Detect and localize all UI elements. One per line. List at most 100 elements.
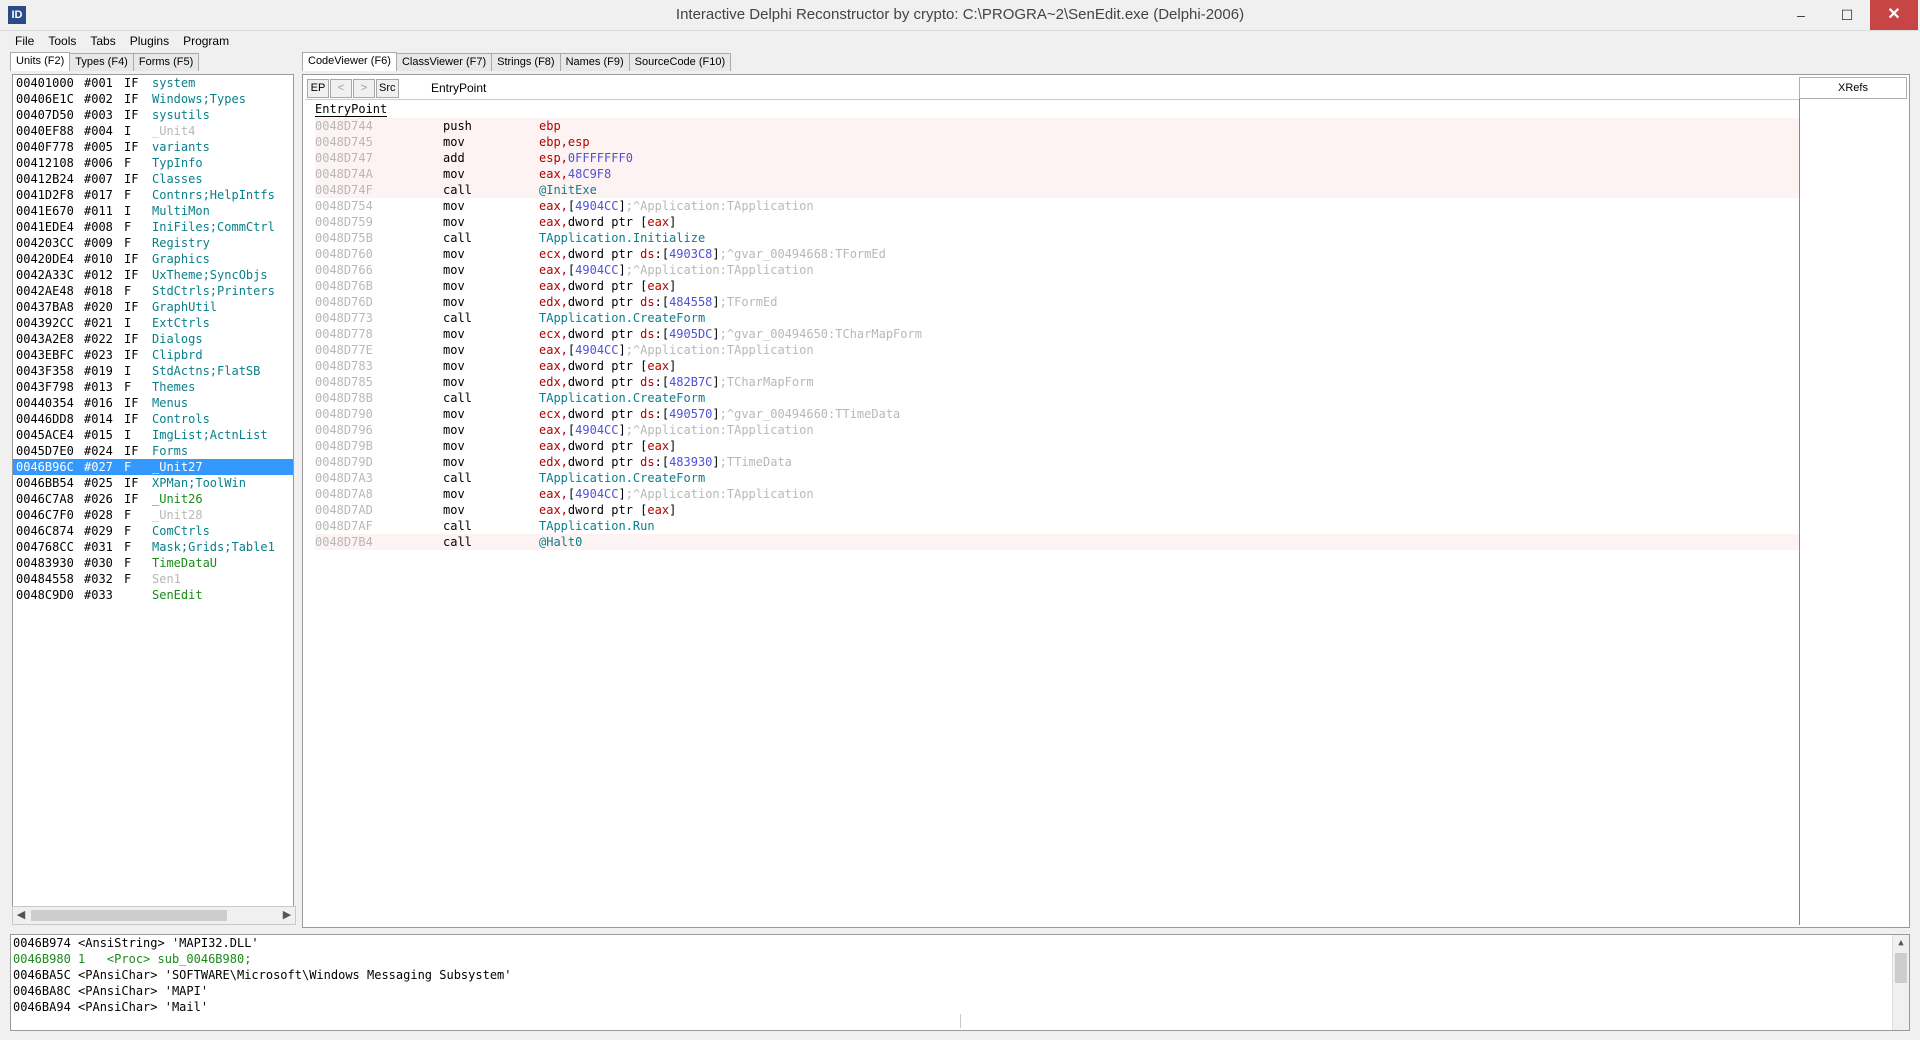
output-row[interactable]: 0046B980 1 <Proc> sub_0046B980;: [11, 951, 1909, 967]
operand-symbol-link[interactable]: TApplication.Run: [539, 519, 655, 533]
scroll-left-icon[interactable]: ◀: [13, 907, 29, 924]
code-line[interactable]: 0048D773 call TApplication.CreateForm: [315, 310, 1799, 326]
code-line[interactable]: 0048D796 mov eax,[4904CC];^Application:TAp…: [315, 422, 1799, 438]
unit-row[interactable]: 00483930 #030 F TimeDataU: [13, 555, 293, 571]
unit-row[interactable]: 004392CC #021 I ExtCtrls: [13, 315, 293, 331]
scroll-right-icon[interactable]: ▶: [279, 907, 295, 924]
output-vertical-scrollbar[interactable]: ▲: [1892, 935, 1909, 1030]
back-button[interactable]: <: [330, 79, 352, 98]
unit-row[interactable]: 00407D50 #003 IF sysutils: [13, 107, 293, 123]
code-line[interactable]: 0048D783 mov eax,dword ptr [eax]: [315, 358, 1799, 374]
output-row[interactable]: 0046B974 <AnsiString> 'MAPI32.DLL': [11, 935, 1909, 951]
unit-row[interactable]: 0046BB54 #025 IF XPMan;ToolWin: [13, 475, 293, 491]
code-line[interactable]: 0048D744 push ebp: [315, 118, 1799, 134]
output-row[interactable]: 0046BA5C <PAnsiChar> 'SOFTWARE\Microsoft…: [11, 967, 1909, 983]
operand-symbol-link[interactable]: TApplication.CreateForm: [539, 471, 705, 485]
operand-symbol-link[interactable]: @InitExe: [539, 183, 597, 197]
code-line[interactable]: 0048D78B call TApplication.CreateForm: [315, 390, 1799, 406]
code-line[interactable]: 0048D785 mov edx,dword ptr ds:[482B7C];TCh…: [315, 374, 1799, 390]
unit-row[interactable]: 0040EF88 #004 I _Unit4: [13, 123, 293, 139]
minimize-button[interactable]: –: [1778, 0, 1824, 30]
code-line[interactable]: 0048D7AD mov eax,dword ptr [eax]: [315, 502, 1799, 518]
unit-row[interactable]: 00440354 #016 IF Menus: [13, 395, 293, 411]
unit-row[interactable]: 00401000 #001 IF system: [13, 75, 293, 91]
unit-row[interactable]: 0048C9D0 #033 SenEdit: [13, 587, 293, 603]
code-line[interactable]: 0048D766 mov eax,[4904CC];^Application:TAp…: [315, 262, 1799, 278]
unit-row[interactable]: 0041D2F8 #017 F Contnrs;HelpIntfs: [13, 187, 293, 203]
unit-row[interactable]: 0040F778 #005 IF variants: [13, 139, 293, 155]
unit-row[interactable]: 0043F798 #013 F Themes: [13, 379, 293, 395]
menu-file[interactable]: File: [8, 31, 41, 51]
unit-row[interactable]: 0041EDE4 #008 F IniFiles;CommCtrl: [13, 219, 293, 235]
entry-point-button[interactable]: EP: [307, 79, 329, 98]
close-button[interactable]: ✕: [1870, 0, 1918, 30]
tab-sourcecode[interactable]: SourceCode (F10): [628, 53, 732, 71]
unit-row[interactable]: 0043A2E8 #022 IF Dialogs: [13, 331, 293, 347]
code-line[interactable]: 0048D745 mov ebp,esp: [315, 134, 1799, 150]
tab-types[interactable]: Types (F4): [69, 53, 134, 71]
code-line[interactable]: 0048D77E mov eax,[4904CC];^Application:TAp…: [315, 342, 1799, 358]
code-line[interactable]: 0048D747 add esp,0FFFFFFF0: [315, 150, 1799, 166]
menu-tools[interactable]: Tools: [41, 31, 83, 51]
code-line[interactable]: 0048D7A8 mov eax,[4904CC];^Application:TAp…: [315, 486, 1799, 502]
code-listing[interactable]: EntryPoint 0048D744 push ebp 0048D745 mov ebp…: [305, 99, 1799, 926]
unit-row[interactable]: 004203CC #009 F Registry: [13, 235, 293, 251]
menu-program[interactable]: Program: [176, 31, 236, 51]
tab-names[interactable]: Names (F9): [559, 53, 630, 71]
units-horizontal-scrollbar[interactable]: ◀ ▶: [12, 906, 296, 925]
xrefs-list[interactable]: [1799, 99, 1906, 925]
unit-row[interactable]: 00412108 #006 F TypInfo: [13, 155, 293, 171]
source-button[interactable]: Src: [376, 79, 399, 98]
output-row[interactable]: 0046BA94 <PAnsiChar> 'Mail': [11, 999, 1909, 1015]
code-line[interactable]: 0048D76B mov eax,dword ptr [eax]: [315, 278, 1799, 294]
unit-row[interactable]: 00406E1C #002 IF Windows;Types: [13, 91, 293, 107]
operand-symbol-link[interactable]: TApplication.CreateForm: [539, 391, 705, 405]
maximize-button[interactable]: ☐: [1824, 0, 1870, 30]
code-line[interactable]: 0048D74A mov eax,48C9F8: [315, 166, 1799, 182]
tab-classviewer[interactable]: ClassViewer (F7): [395, 53, 493, 71]
tab-units[interactable]: Units (F2): [10, 52, 71, 71]
unit-row[interactable]: 00420DE4 #010 IF Graphics: [13, 251, 293, 267]
code-line[interactable]: 0048D79B mov eax,dword ptr [eax]: [315, 438, 1799, 454]
units-list[interactable]: 00401000 #001 IF system 00406E1C #002 IF Window…: [12, 74, 294, 908]
unit-row[interactable]: 00412B24 #007 IF Classes: [13, 171, 293, 187]
unit-row[interactable]: 0042AE48 #018 F StdCtrls;Printers: [13, 283, 293, 299]
code-line[interactable]: 0048D7B4 call @Halt0: [315, 534, 1799, 550]
menu-plugins[interactable]: Plugins: [123, 31, 176, 51]
code-line[interactable]: 0048D74F call @InitExe: [315, 182, 1799, 198]
unit-row[interactable]: 0043EBFC #023 IF Clipbrd: [13, 347, 293, 363]
code-line[interactable]: 0048D759 mov eax,dword ptr [eax]: [315, 214, 1799, 230]
code-line[interactable]: 0048D7A3 call TApplication.CreateForm: [315, 470, 1799, 486]
unit-row[interactable]: 00437BA8 #020 IF GraphUtil: [13, 299, 293, 315]
tab-strings[interactable]: Strings (F8): [491, 53, 561, 71]
unit-row[interactable]: 0043F358 #019 I StdActns;FlatSB: [13, 363, 293, 379]
menu-tabs[interactable]: Tabs: [83, 31, 122, 51]
unit-row[interactable]: 0041E670 #011 I MultiMon: [13, 203, 293, 219]
unit-row[interactable]: 0046C7F0 #028 F _Unit28: [13, 507, 293, 523]
unit-row[interactable]: 004768CC #031 F Mask;Grids;Table1: [13, 539, 293, 555]
scrollbar-thumb[interactable]: [31, 910, 227, 921]
tab-codeviewer[interactable]: CodeViewer (F6): [302, 52, 397, 71]
scrollbar-thumb[interactable]: [1895, 953, 1907, 983]
unit-row[interactable]: 00484558 #032 F Sen1: [13, 571, 293, 587]
unit-row[interactable]: 0042A33C #012 IF UxTheme;SyncObjs: [13, 267, 293, 283]
code-line[interactable]: 0048D76D mov edx,dword ptr ds:[484558];TFo…: [315, 294, 1799, 310]
code-line[interactable]: 0048D79D mov edx,dword ptr ds:[483930];TTi…: [315, 454, 1799, 470]
code-line[interactable]: 0048D75B call TApplication.Initialize: [315, 230, 1799, 246]
operand-symbol-link[interactable]: TApplication.Initialize: [539, 231, 705, 245]
code-line[interactable]: 0048D778 mov ecx,dword ptr ds:[4905DC];^gv…: [315, 326, 1799, 342]
unit-row[interactable]: 0046B96C #027 F _Unit27: [13, 459, 293, 475]
tab-forms[interactable]: Forms (F5): [132, 53, 200, 71]
code-line[interactable]: 0048D760 mov ecx,dword ptr ds:[4903C8];^gv…: [315, 246, 1799, 262]
forward-button[interactable]: >: [353, 79, 375, 98]
code-line[interactable]: 0048D754 mov eax,[4904CC];^Application:TAp…: [315, 198, 1799, 214]
code-line[interactable]: 0048D790 mov ecx,dword ptr ds:[490570];^gv…: [315, 406, 1799, 422]
unit-row[interactable]: 0045ACE4 #015 I ImgList;ActnList: [13, 427, 293, 443]
unit-row[interactable]: 00446DD8 #014 IF Controls: [13, 411, 293, 427]
unit-row[interactable]: 0046C7A8 #026 IF _Unit26: [13, 491, 293, 507]
code-line[interactable]: 0048D7AF call TApplication.Run: [315, 518, 1799, 534]
operand-symbol-link[interactable]: TApplication.CreateForm: [539, 311, 705, 325]
unit-row[interactable]: 0046C874 #029 F ComCtrls: [13, 523, 293, 539]
scroll-up-icon[interactable]: ▲: [1893, 935, 1909, 952]
unit-row[interactable]: 0045D7E0 #024 IF Forms: [13, 443, 293, 459]
